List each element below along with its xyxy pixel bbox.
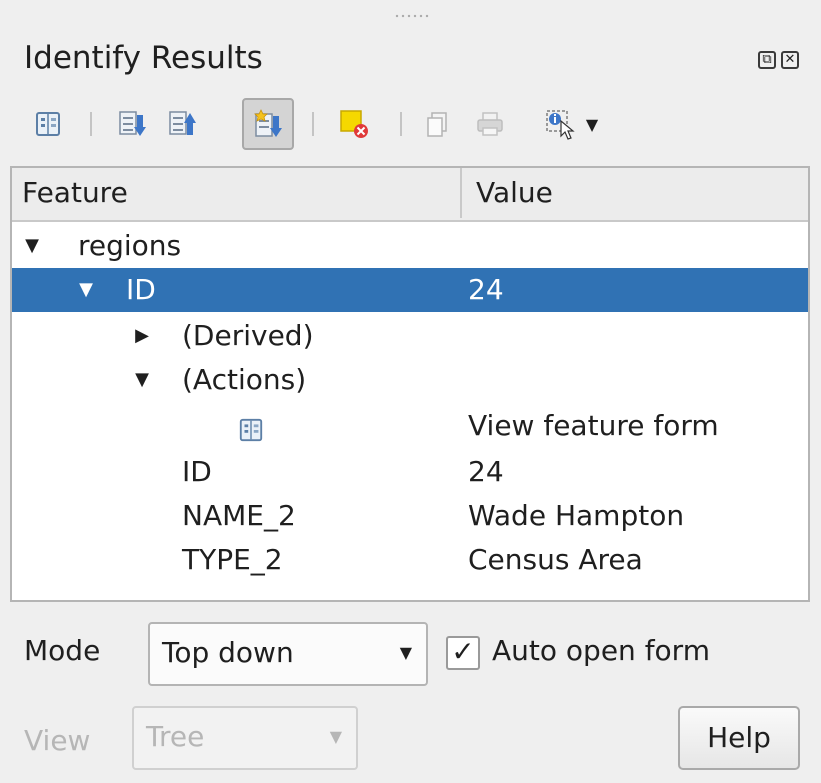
tree-row-label: (Derived) bbox=[182, 319, 314, 352]
expand-new-results-icon bbox=[254, 109, 282, 137]
collapse-all-icon bbox=[169, 111, 196, 135]
collapse-arrow-icon[interactable]: ▼ bbox=[132, 358, 152, 402]
chevron-down-icon: ▼ bbox=[585, 114, 599, 134]
copy-icon bbox=[427, 112, 447, 137]
column-header-feature[interactable]: Feature bbox=[22, 176, 128, 209]
print-icon bbox=[477, 112, 503, 136]
attribute-value: Wade Hampton bbox=[468, 499, 685, 532]
expand-all-button[interactable] bbox=[106, 98, 158, 150]
chevron-down-icon: ▼ bbox=[329, 727, 342, 746]
identify-toolbar: ▼ bbox=[22, 98, 802, 154]
attribute-name: ID bbox=[182, 455, 212, 488]
tree-row-attribute[interactable]: NAME_2 Wade Hampton bbox=[12, 494, 808, 538]
attribute-name: NAME_2 bbox=[182, 499, 296, 532]
tree-row-actions[interactable]: ▼ (Actions) bbox=[12, 358, 808, 402]
tree-row-derived[interactable]: ▶ (Derived) bbox=[12, 314, 808, 358]
dock-drag-handle[interactable] bbox=[394, 14, 430, 18]
auto-open-form-checkbox[interactable]: ✓ bbox=[446, 636, 480, 670]
results-tree[interactable]: Feature Value ▼ regions ▼ ID 24 ▶ (Deriv… bbox=[10, 166, 810, 602]
chevron-down-icon: ▼ bbox=[399, 643, 412, 662]
tree-row-label: (Actions) bbox=[182, 363, 307, 396]
print-button[interactable] bbox=[464, 98, 516, 150]
collapse-all-button[interactable] bbox=[156, 98, 208, 150]
panel-title: Identify Results bbox=[24, 40, 263, 76]
auto-open-form-label[interactable]: Auto open form bbox=[492, 634, 710, 667]
tree-row-label: ID bbox=[126, 273, 156, 306]
tree-row-value: 24 bbox=[468, 273, 504, 306]
float-panel-button[interactable]: ⧉ bbox=[758, 51, 776, 69]
identify-settings-icon bbox=[546, 110, 575, 140]
toolbar-separator bbox=[400, 112, 402, 136]
copy-button[interactable] bbox=[412, 98, 464, 150]
toolbar-separator bbox=[312, 112, 314, 136]
toolbar-separator bbox=[90, 112, 92, 136]
collapse-arrow-icon[interactable]: ▼ bbox=[76, 268, 96, 312]
float-icon: ⧉ bbox=[762, 52, 772, 67]
tree-row-feature[interactable]: ▼ ID 24 bbox=[12, 268, 808, 312]
view-label: View bbox=[24, 724, 91, 757]
expand-new-results-button[interactable] bbox=[242, 98, 294, 150]
mode-select[interactable]: Top down ▼ bbox=[148, 622, 428, 686]
expand-all-icon bbox=[119, 111, 146, 136]
identify-settings-dropdown[interactable]: ▼ bbox=[526, 98, 616, 150]
close-panel-button[interactable]: ✕ bbox=[781, 51, 799, 69]
column-divider[interactable] bbox=[460, 168, 462, 218]
expand-arrow-icon[interactable]: ▶ bbox=[132, 314, 152, 358]
checkmark-icon: ✓ bbox=[451, 635, 475, 668]
view-select-value: Tree bbox=[146, 720, 205, 753]
attribute-value: 24 bbox=[468, 455, 504, 488]
attribute-value: Census Area bbox=[468, 543, 643, 576]
attribute-name: TYPE_2 bbox=[182, 543, 283, 576]
tree-row-attribute[interactable]: TYPE_2 Census Area bbox=[12, 538, 808, 582]
tree-row-view-feature-form[interactable]: View feature form bbox=[12, 404, 808, 448]
tree-row-attribute[interactable]: ID 24 bbox=[12, 450, 808, 494]
view-feature-form-button[interactable] bbox=[22, 98, 74, 150]
mode-select-value: Top down bbox=[162, 636, 294, 669]
help-button-label: Help bbox=[707, 721, 771, 754]
column-header-value[interactable]: Value bbox=[476, 176, 553, 209]
tree-header: Feature Value bbox=[12, 168, 808, 222]
help-button[interactable]: Help bbox=[678, 706, 800, 770]
collapse-arrow-icon[interactable]: ▼ bbox=[22, 224, 42, 268]
mode-label: Mode bbox=[24, 634, 101, 667]
tree-row-layer[interactable]: ▼ regions bbox=[12, 224, 808, 268]
clear-highlights-button[interactable] bbox=[328, 98, 380, 150]
view-feature-form-action[interactable]: View feature form bbox=[468, 404, 719, 448]
tree-row-label: regions bbox=[78, 229, 182, 262]
view-select[interactable]: Tree ▼ bbox=[132, 706, 358, 770]
close-icon: ✕ bbox=[784, 52, 796, 67]
clear-highlights-icon bbox=[340, 110, 368, 138]
form-view-icon bbox=[36, 112, 60, 136]
